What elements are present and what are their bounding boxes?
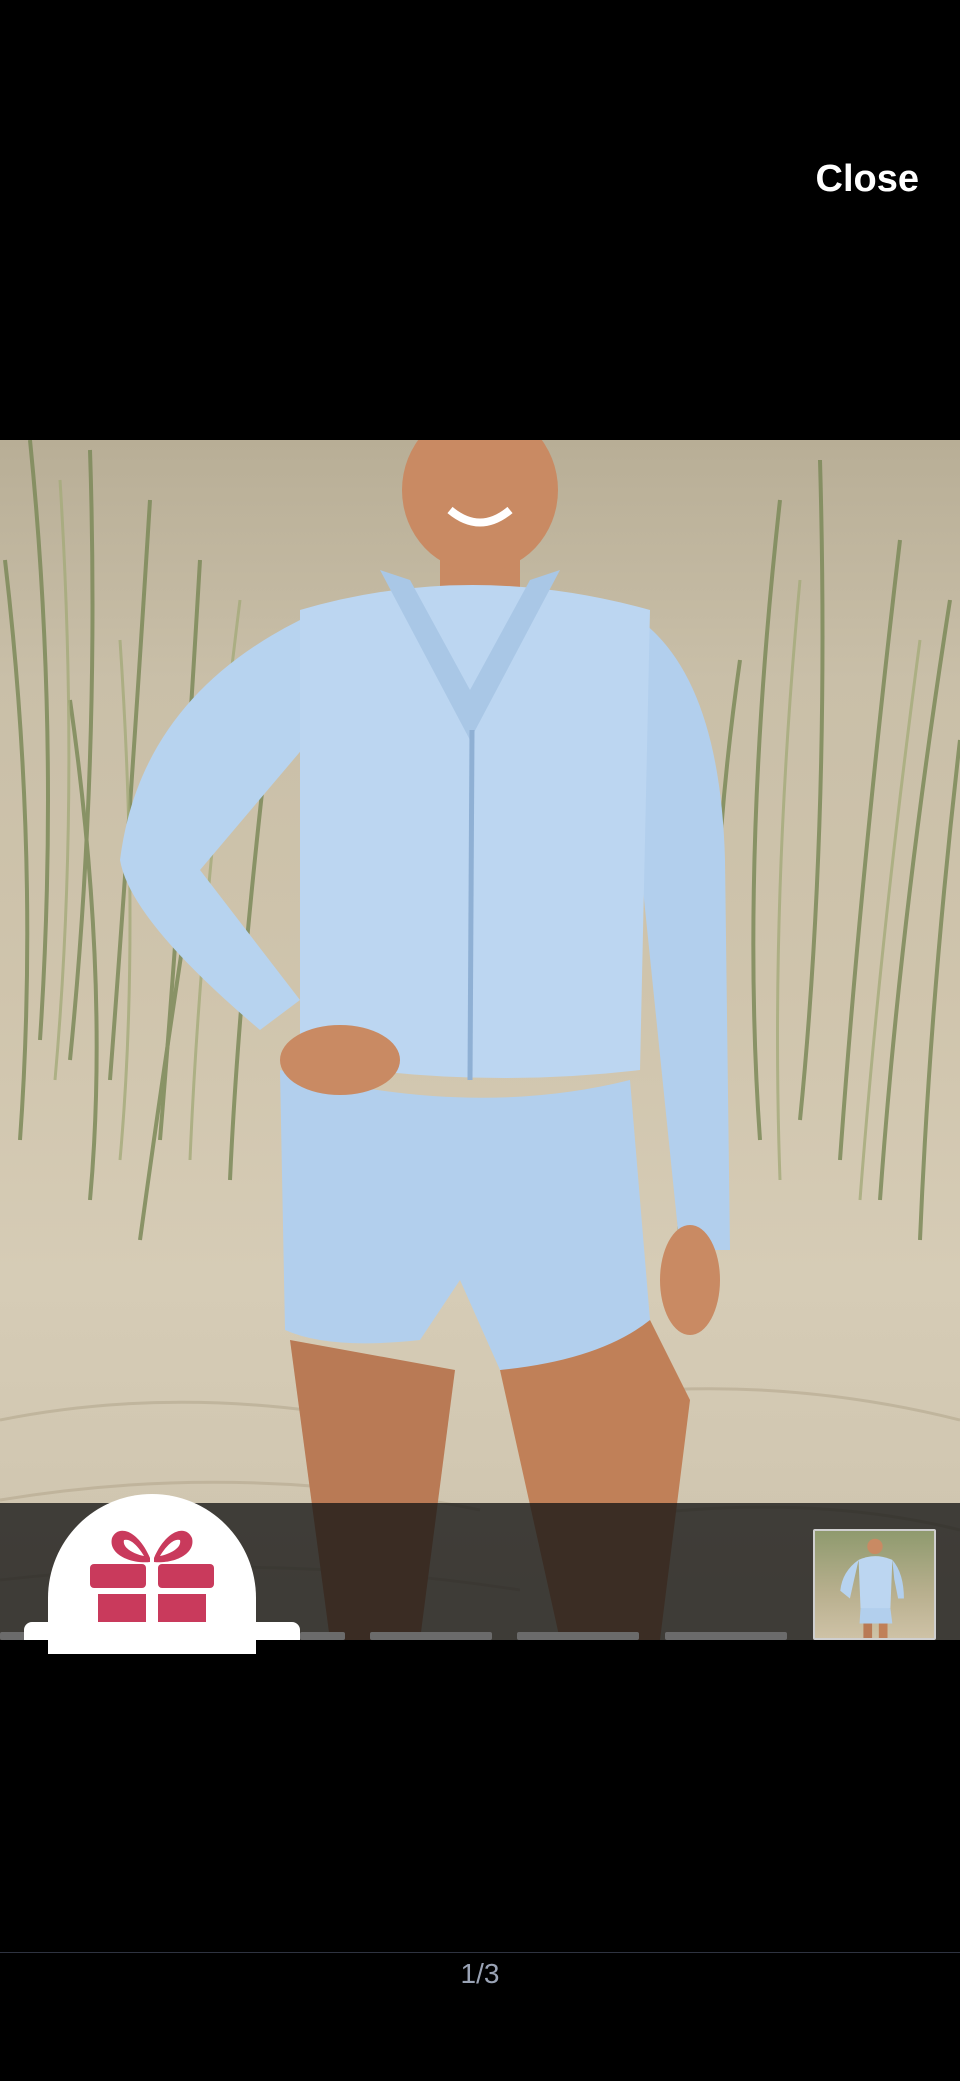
product-photo [0,440,960,1640]
gift-promo-tab[interactable] [24,1622,300,1640]
thumbnail[interactable] [517,1632,639,1640]
thumbnail[interactable] [370,1632,492,1640]
footer-divider [0,1952,960,1953]
page-indicator: 1/3 [460,1958,500,1989]
product-photo-illustration [0,440,960,1640]
thumbnail[interactable] [665,1632,787,1640]
close-button[interactable]: Close [816,158,919,201]
gift-icon [90,1530,214,1636]
thumbnail-image [840,1538,904,1638]
thumbnail[interactable] [300,1632,345,1640]
thumbnail-active[interactable] [813,1529,936,1640]
